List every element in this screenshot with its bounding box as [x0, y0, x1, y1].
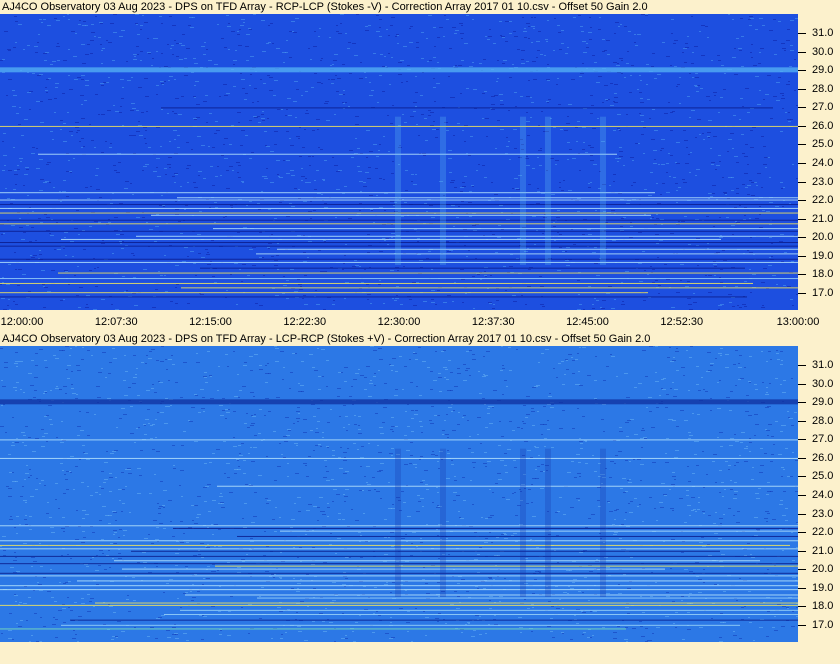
frequency-tick-label: 21.0	[798, 545, 833, 557]
frequency-tick-label: 28.0	[798, 415, 833, 427]
frequency-tick-label: 22.0	[798, 194, 833, 206]
burst-feature	[600, 116, 606, 265]
bottom-frequency-axis: 31.0 30.0 29.0 28.0 27.0 26.0 25.0 24.0 23.0 22.0…	[798, 346, 840, 642]
time-tick-label: 12:30:00	[377, 316, 421, 328]
frequency-tick-label: 18.0	[798, 268, 833, 280]
burst-feature	[395, 116, 401, 265]
frequency-tick-label: 21.0	[798, 213, 833, 225]
burst-feature	[520, 116, 526, 265]
time-tick-label: 12:07:30	[94, 316, 138, 328]
frequency-tick-label: 28.0	[798, 83, 833, 95]
band-29mhz	[0, 67, 798, 73]
frequency-tick-label: 27.0	[798, 433, 833, 445]
band-29mhz	[0, 399, 798, 405]
burst-feature	[520, 448, 526, 597]
frequency-tick-label: 25.0	[798, 138, 833, 150]
frequency-tick-label: 22.0	[798, 526, 833, 538]
bottom-spectrogram-svg	[0, 346, 798, 642]
bottom-panel-title: AJ4CO Observatory 03 Aug 2023 - DPS on T…	[2, 333, 651, 345]
frequency-tick-label: 20.0	[798, 231, 833, 243]
time-tick-label: 13:00:00	[776, 316, 820, 328]
time-tick-label: 12:22:30	[283, 316, 327, 328]
frequency-tick-label: 17.0	[798, 619, 833, 631]
frequency-tick-label: 23.0	[798, 176, 833, 188]
frequency-tick-label: 26.0	[798, 120, 833, 132]
top-spectrogram	[0, 14, 798, 310]
bottom-margin	[0, 642, 840, 664]
burst-feature	[600, 448, 606, 597]
frequency-tick-label: 30.0	[798, 378, 833, 390]
frequency-tick-label: 25.0	[798, 470, 833, 482]
frequency-tick-label: 19.0	[798, 582, 833, 594]
time-tick-label: 12:00:00	[0, 316, 44, 328]
burst-feature	[545, 448, 551, 597]
frequency-tick-label: 20.0	[798, 563, 833, 575]
frequency-tick-label: 26.0	[798, 452, 833, 464]
frequency-tick-label: 31.0	[798, 359, 833, 371]
burst-feature	[545, 116, 551, 265]
top-frequency-axis: 31.0 30.0 29.0 28.0 27.0 26.0 25.0 24.0 23.0 22.0…	[798, 14, 840, 310]
frequency-tick-label: 31.0	[798, 27, 833, 39]
burst-feature	[440, 448, 446, 597]
frequency-tick-label: 27.0	[798, 101, 833, 113]
frequency-tick-label: 17.0	[798, 287, 833, 299]
frequency-tick-label: 24.0	[798, 157, 833, 169]
time-tick-label: 12:45:00	[566, 316, 609, 328]
frequency-tick-label: 24.0	[798, 489, 833, 501]
time-axis: 12:00:00 12:07:30 12:15:00 12:22:30 12:30:00…	[0, 310, 840, 330]
frequency-tick-label: 30.0	[798, 46, 833, 58]
bottom-spectrogram	[0, 346, 798, 642]
burst-feature	[395, 448, 401, 597]
frequency-tick-label: 23.0	[798, 508, 833, 520]
frequency-tick-label: 29.0	[798, 396, 833, 408]
frequency-tick-label: 19.0	[798, 250, 833, 262]
frequency-tick-label: 29.0	[798, 64, 833, 76]
burst-feature	[440, 116, 446, 265]
top-panel-title: AJ4CO Observatory 03 Aug 2023 - DPS on T…	[2, 1, 648, 13]
time-tick-label: 12:15:00	[189, 316, 232, 328]
time-tick-label: 12:37:30	[471, 316, 515, 328]
time-tick-label: 12:52:30	[660, 316, 704, 328]
frequency-tick-label: 18.0	[798, 600, 833, 612]
top-spectrogram-svg	[0, 14, 798, 310]
